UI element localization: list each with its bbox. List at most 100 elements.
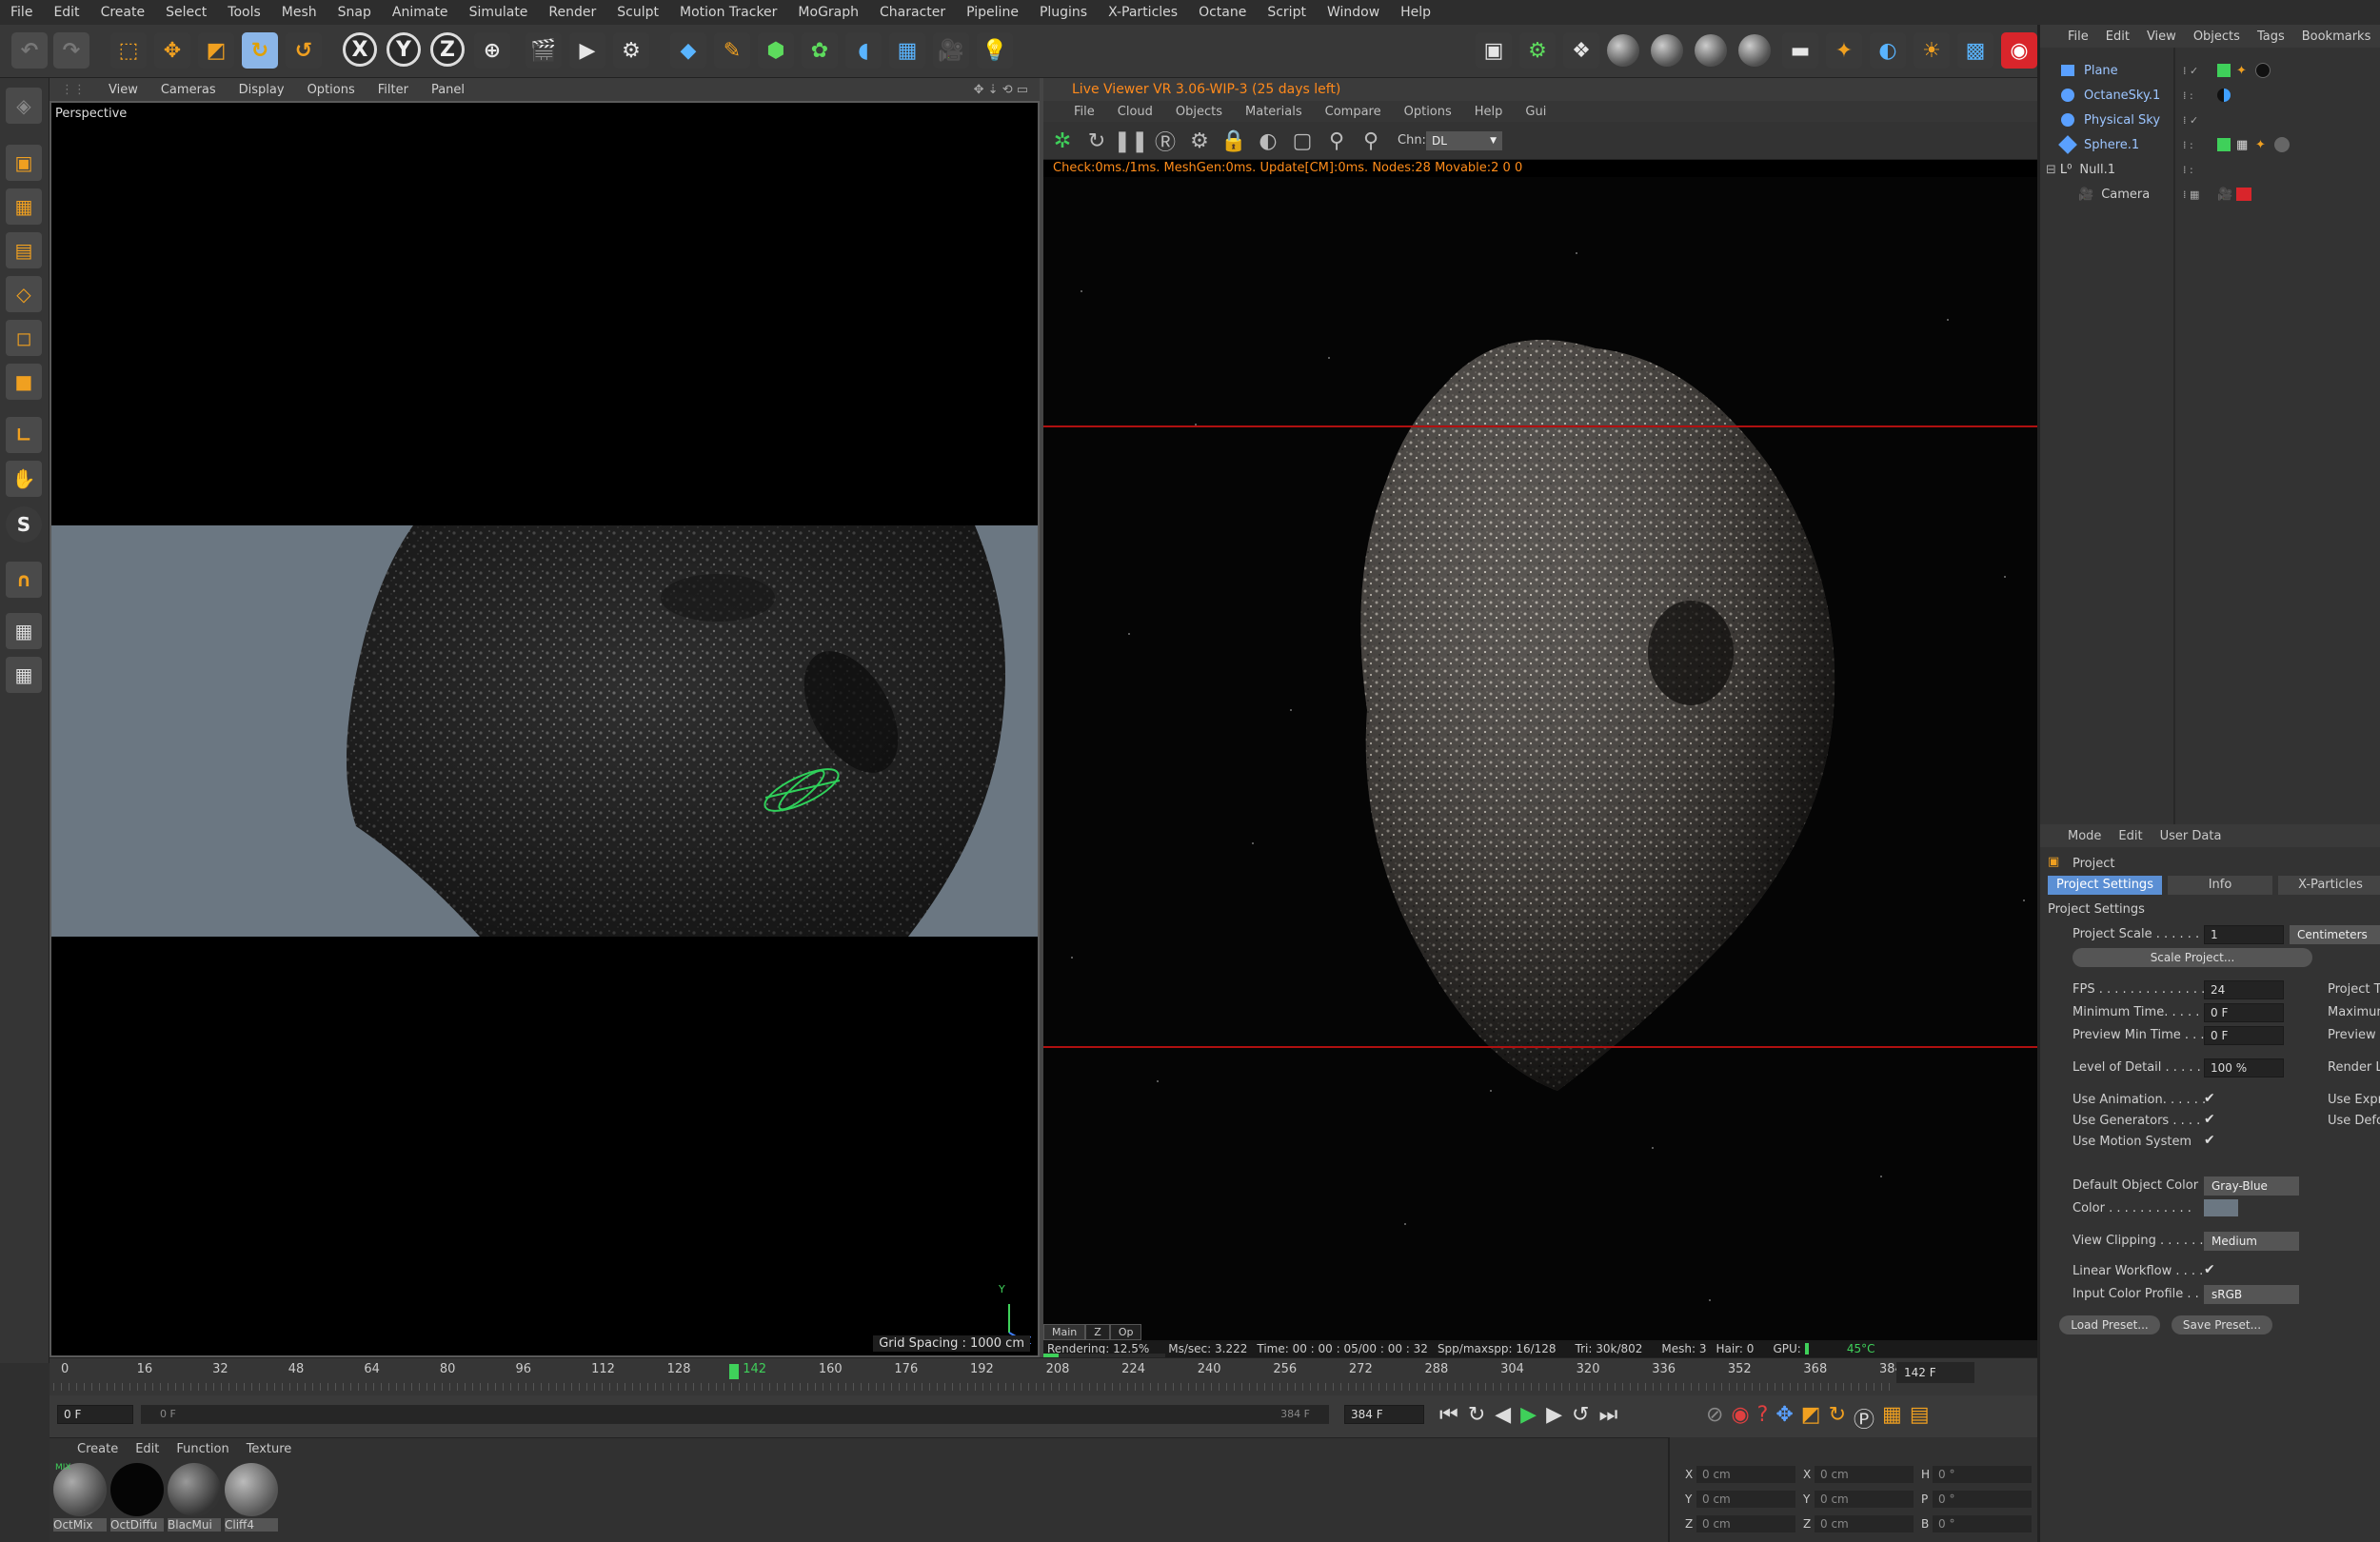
pause-render-icon[interactable]: ❚❚ bbox=[1114, 128, 1149, 154]
current-frame-field[interactable]: 142 F bbox=[1896, 1362, 1974, 1383]
region-render-icon[interactable]: Ⓡ bbox=[1152, 128, 1179, 155]
go-to-end-icon[interactable]: ⏭ bbox=[1598, 1403, 1617, 1427]
model-mode-icon[interactable]: ▣ bbox=[6, 145, 42, 181]
protection-tag-icon[interactable]: 🎥 bbox=[2217, 188, 2232, 202]
material-tag-icon[interactable] bbox=[2255, 63, 2271, 78]
coord-pos-y[interactable]: 0 cm bbox=[1696, 1491, 1795, 1508]
render-settings-icon[interactable]: ⚙ bbox=[613, 32, 649, 69]
key-scale-icon[interactable]: ◩ bbox=[1801, 1403, 1821, 1433]
render-settings-gear-icon[interactable]: ⚙ bbox=[1186, 128, 1213, 154]
lv-menu-objects[interactable]: Objects bbox=[1164, 105, 1234, 119]
key-pla-icon[interactable]: ▦ bbox=[1882, 1403, 1902, 1433]
menu-octane[interactable]: Octane bbox=[1188, 5, 1257, 20]
menu-animate[interactable]: Animate bbox=[382, 5, 459, 20]
move-tool-icon[interactable]: ✥ bbox=[154, 32, 190, 69]
collapse-icon[interactable]: ⊟ bbox=[2046, 163, 2056, 177]
menu-create[interactable]: Create bbox=[90, 5, 156, 20]
texture-tag-icon[interactable]: ✦ bbox=[2236, 64, 2247, 78]
menu-window[interactable]: Window bbox=[1317, 5, 1390, 20]
render-picture-viewer-icon[interactable]: ▶ bbox=[569, 32, 605, 69]
octane-specular-icon[interactable] bbox=[1695, 34, 1727, 67]
render-canvas[interactable]: Main Z Op bbox=[1043, 177, 2041, 1340]
am-menu-mode[interactable]: Mode bbox=[2059, 829, 2110, 843]
octane-area-light-icon[interactable]: ▬ bbox=[1782, 32, 1818, 69]
object-row-physical-sky[interactable]: Physical Sky ⁞ ✓ bbox=[2040, 109, 2380, 131]
texture-tag-icon[interactable]: ✦ bbox=[2255, 138, 2266, 152]
x-axis-lock-button[interactable]: X bbox=[343, 32, 377, 67]
planar-workplane-icon[interactable]: ▦ bbox=[6, 657, 42, 693]
end-frame-field[interactable]: 384 F bbox=[1344, 1405, 1424, 1424]
send-scene-icon[interactable]: ✲ bbox=[1049, 128, 1076, 154]
menu-script[interactable]: Script bbox=[1257, 5, 1317, 20]
scale-project-button[interactable]: Scale Project... bbox=[2073, 948, 2312, 967]
menu-file[interactable]: File bbox=[0, 5, 43, 20]
loop-icon[interactable]: ↻ bbox=[1468, 1403, 1485, 1427]
tab-op[interactable]: Op bbox=[1109, 1324, 1142, 1340]
fps-input[interactable]: 24 bbox=[2204, 980, 2284, 999]
tab-main[interactable]: Main bbox=[1043, 1324, 1086, 1340]
use-generators-checkbox[interactable]: ✔ bbox=[2204, 1112, 2215, 1127]
project-scale-input[interactable]: 1 bbox=[2204, 925, 2284, 944]
object-row-null[interactable]: ⊟ L⁰ Null.1 ⁞ : bbox=[2040, 158, 2380, 181]
lv-menu-cloud[interactable]: Cloud bbox=[1106, 105, 1164, 119]
pick-material-icon[interactable]: ⚲ bbox=[1358, 128, 1384, 154]
lv-menu-gui[interactable]: Gui bbox=[1514, 105, 1557, 119]
record-active-icon[interactable]: ◉ bbox=[1731, 1403, 1749, 1433]
step-back-icon[interactable]: ◀ bbox=[1495, 1403, 1511, 1427]
octane-settings-icon[interactable]: ⚙ bbox=[1519, 32, 1556, 69]
timeline-ruler[interactable]: 0 16 32 48 64 80 96 112 128 142 160 176 192 208 224 240… bbox=[50, 1357, 2037, 1395]
tab-info[interactable]: Info bbox=[2168, 876, 2272, 895]
step-forward-icon[interactable]: ▶ bbox=[1546, 1403, 1562, 1427]
go-to-start-icon[interactable]: ⏮ bbox=[1439, 1403, 1458, 1427]
render-view-icon[interactable]: 🎬 bbox=[526, 32, 562, 69]
save-preset-button[interactable]: Save Preset... bbox=[2172, 1315, 2272, 1334]
camera-icon[interactable]: 🎥 bbox=[933, 32, 969, 69]
viewport-menu-view[interactable]: View bbox=[97, 83, 149, 97]
menu-plugins[interactable]: Plugins bbox=[1029, 5, 1098, 20]
viewport-menu-panel[interactable]: Panel bbox=[420, 83, 476, 97]
default-object-color-select[interactable]: Gray-Blue bbox=[2204, 1176, 2299, 1196]
lv-menu-options[interactable]: Options bbox=[1393, 105, 1463, 119]
use-motion-system-checkbox[interactable]: ✔ bbox=[2204, 1133, 2215, 1148]
coord-pos-z[interactable]: 0 cm bbox=[1696, 1515, 1795, 1532]
viewport-menu-display[interactable]: Display bbox=[228, 83, 296, 97]
material-tag-icon[interactable] bbox=[2274, 137, 2290, 152]
octane-fog-icon[interactable]: ▩ bbox=[1957, 32, 1993, 69]
menu-snap[interactable]: Snap bbox=[327, 5, 382, 20]
visibility-icon[interactable]: ⁞ : bbox=[2183, 164, 2193, 176]
octane-live-viewer-icon[interactable]: ▣ bbox=[1476, 32, 1512, 69]
redo-icon[interactable]: ↷ bbox=[53, 32, 89, 69]
workplane-lock-icon[interactable]: ▦ bbox=[6, 613, 42, 649]
lv-menu-materials[interactable]: Materials bbox=[1234, 105, 1314, 119]
mat-menu-create[interactable]: Create bbox=[69, 1442, 127, 1456]
visibility-icon[interactable]: ⁞ ▦ bbox=[2183, 188, 2199, 201]
menu-x-particles[interactable]: X-Particles bbox=[1098, 5, 1188, 20]
octane-mix-icon[interactable] bbox=[1738, 34, 1771, 67]
pick-focus-icon[interactable]: ⚲ bbox=[1323, 128, 1350, 154]
tab-x-particles[interactable]: X-Particles bbox=[2278, 876, 2380, 895]
am-menu-user-data[interactable]: User Data bbox=[2152, 829, 2231, 843]
octane-objects-icon[interactable]: ❖ bbox=[1563, 32, 1599, 69]
color-swatch[interactable] bbox=[2204, 1199, 2238, 1216]
object-row-octanesky[interactable]: OctaneSky.1 ⁞ : bbox=[2040, 84, 2380, 107]
reverse-loop-icon[interactable]: ↺ bbox=[1572, 1403, 1589, 1427]
minimum-time-input[interactable]: 0 F bbox=[2204, 1003, 2284, 1022]
octane-glossy-icon[interactable] bbox=[1651, 34, 1683, 67]
frame-range-slider[interactable]: 0 F 384 F bbox=[141, 1405, 1329, 1424]
timeline-window-icon[interactable]: ▤ bbox=[1910, 1403, 1930, 1433]
start-frame-field[interactable]: 0 F bbox=[57, 1405, 133, 1424]
coord-size-x[interactable]: 0 cm bbox=[1815, 1466, 1914, 1483]
material-swatch-octdiffuse[interactable]: OctDiffu bbox=[110, 1463, 164, 1537]
visibility-icon[interactable]: ⁞ ✓ bbox=[2183, 114, 2198, 127]
visibility-icon[interactable]: ⁞ ✓ bbox=[2183, 65, 2198, 77]
viewport-menu-options[interactable]: Options bbox=[296, 83, 367, 97]
perspective-viewport[interactable]: Perspective Y Z Grid Spacing : 1000 cm bbox=[50, 101, 1040, 1357]
object-row-camera[interactable]: 🎥 Camera ⁞ ▦ 🎥 bbox=[2040, 183, 2380, 206]
coord-rot-p[interactable]: 0 ° bbox=[1933, 1491, 2032, 1508]
undo-icon[interactable]: ↶ bbox=[11, 32, 48, 69]
menu-help[interactable]: Help bbox=[1390, 5, 1441, 20]
coord-rot-h[interactable]: 0 ° bbox=[1933, 1466, 2032, 1483]
playhead-marker[interactable] bbox=[729, 1364, 740, 1379]
solo-mode-icon[interactable]: S bbox=[6, 506, 42, 543]
material-swatch-blacmui[interactable]: BlacMui bbox=[168, 1463, 221, 1537]
